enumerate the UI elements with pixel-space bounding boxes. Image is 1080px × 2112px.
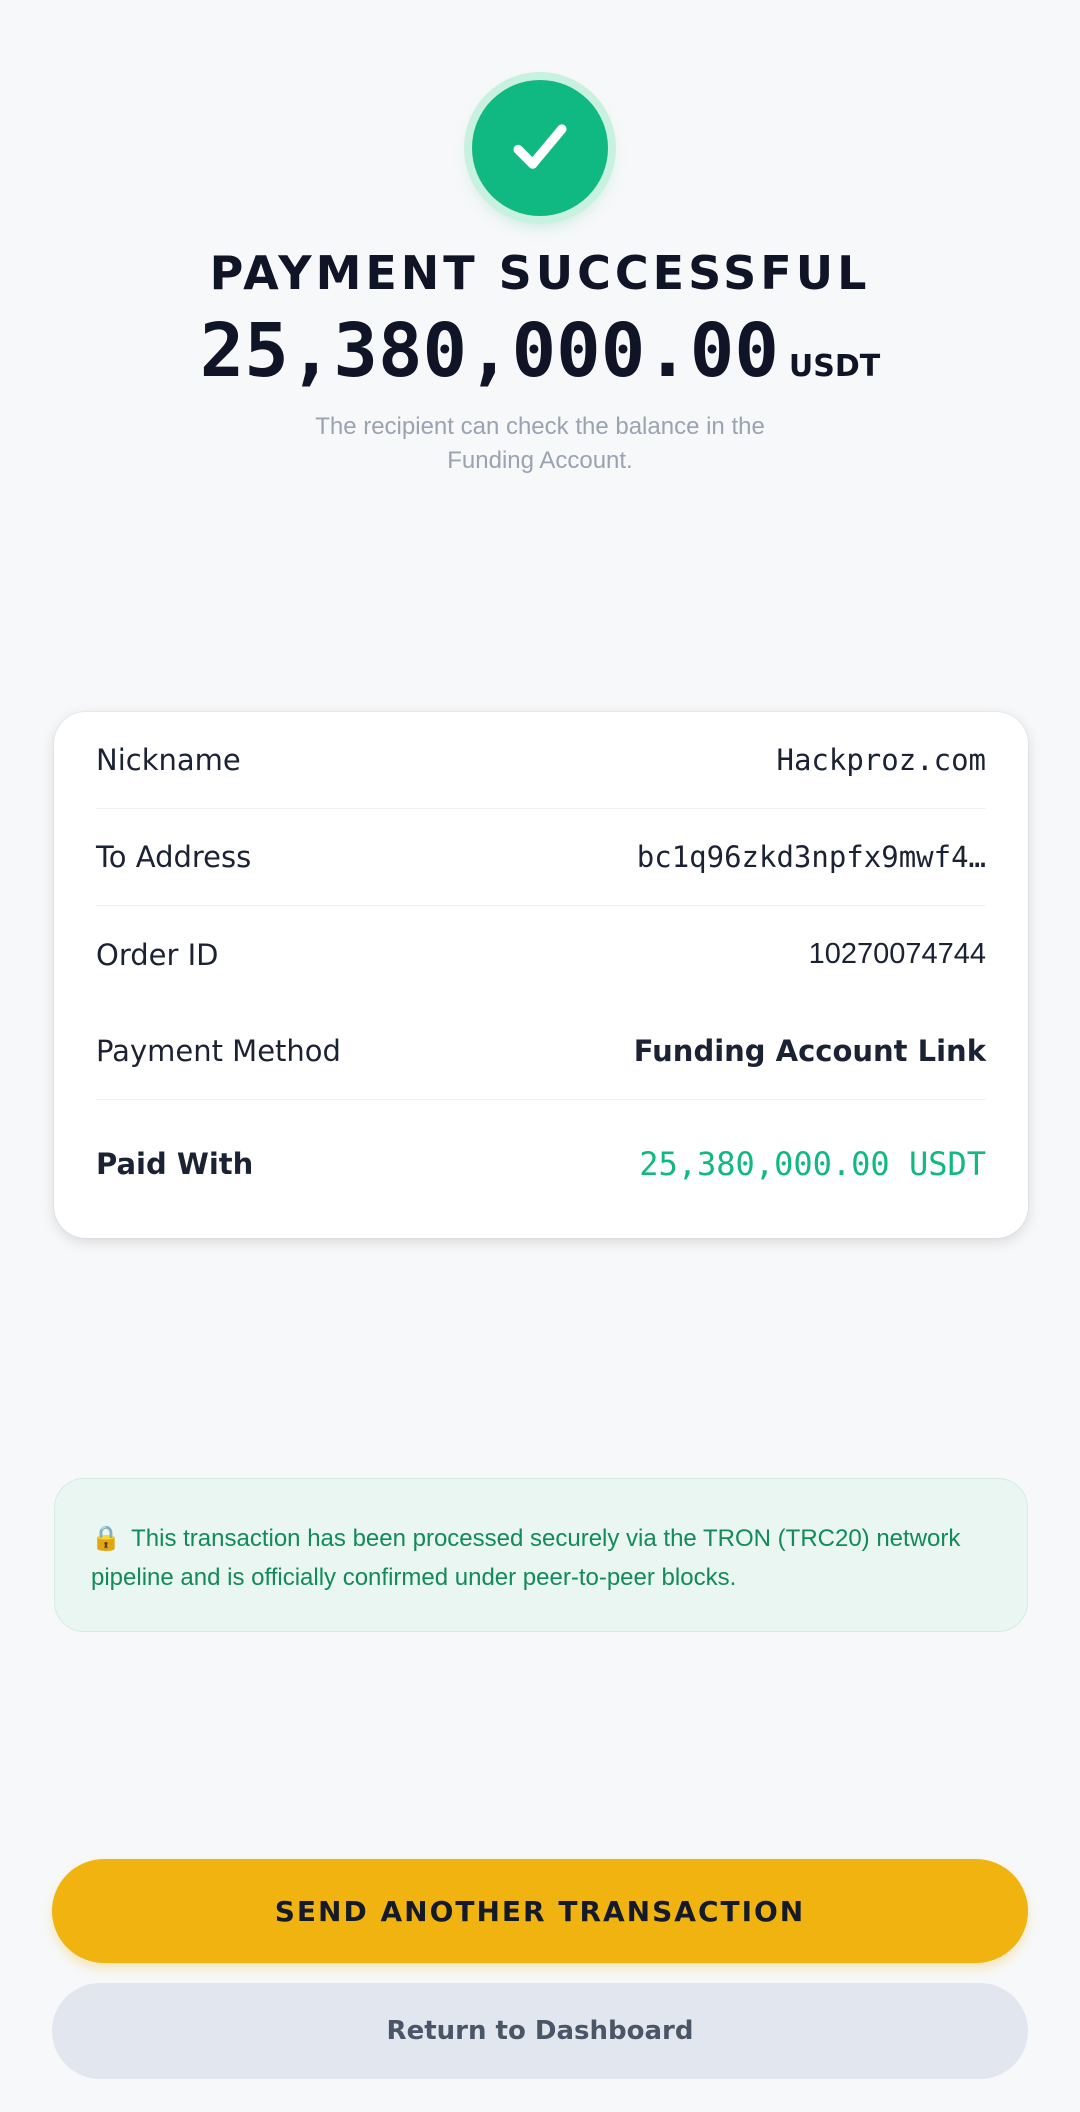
detail-value: Hackproz.com xyxy=(776,743,986,777)
detail-row-order-id: Order ID 10270074744 xyxy=(96,906,986,1003)
notice-text: This transaction has been processed secu… xyxy=(91,1525,961,1591)
lock-icon: 🔒 xyxy=(91,1525,121,1552)
checkmark-icon xyxy=(472,80,608,216)
detail-label: To Address xyxy=(96,840,252,874)
checkmark-glyph xyxy=(513,124,567,169)
security-notice: 🔒 This transaction has been processed se… xyxy=(54,1478,1028,1632)
amount-display: 25,380,000.00 USDT xyxy=(0,308,1080,394)
detail-label: Payment Method xyxy=(96,1034,341,1068)
payment-success-screen: PAYMENT SUCCESSFUL 25,380,000.00 USDT Th… xyxy=(0,0,1080,2112)
page-title: PAYMENT SUCCESSFUL xyxy=(209,246,871,300)
detail-row-paid-with: Paid With 25,380,000.00 USDT xyxy=(96,1100,986,1227)
detail-label: Nickname xyxy=(96,743,241,777)
detail-row-to-address: To Address bc1q96zkd3npfx9mwf4… xyxy=(96,809,986,906)
send-another-transaction-button[interactable]: SEND ANOTHER TRANSACTION xyxy=(52,1859,1028,1963)
detail-label: Order ID xyxy=(96,937,219,972)
detail-value: 25,380,000.00 USDT xyxy=(639,1144,986,1183)
detail-row-payment-method: Payment Method Funding Account Link xyxy=(96,1003,986,1100)
detail-value: 10270074744 xyxy=(808,938,986,970)
detail-label: Paid With xyxy=(96,1146,254,1181)
return-to-dashboard-button[interactable]: Return to Dashboard xyxy=(52,1983,1028,2079)
amount-currency: USDT xyxy=(788,349,881,384)
details-card: Nickname Hackproz.com To Address bc1q96z… xyxy=(54,712,1028,1238)
detail-value: Funding Account Link xyxy=(633,1034,986,1068)
detail-row-nickname: Nickname Hackproz.com xyxy=(96,712,986,809)
amount-value: 25,380,000.00 xyxy=(199,308,779,394)
detail-value[interactable]: bc1q96zkd3npfx9mwf4… xyxy=(637,840,986,874)
subtitle: The recipient can check the balance in t… xyxy=(315,413,765,474)
